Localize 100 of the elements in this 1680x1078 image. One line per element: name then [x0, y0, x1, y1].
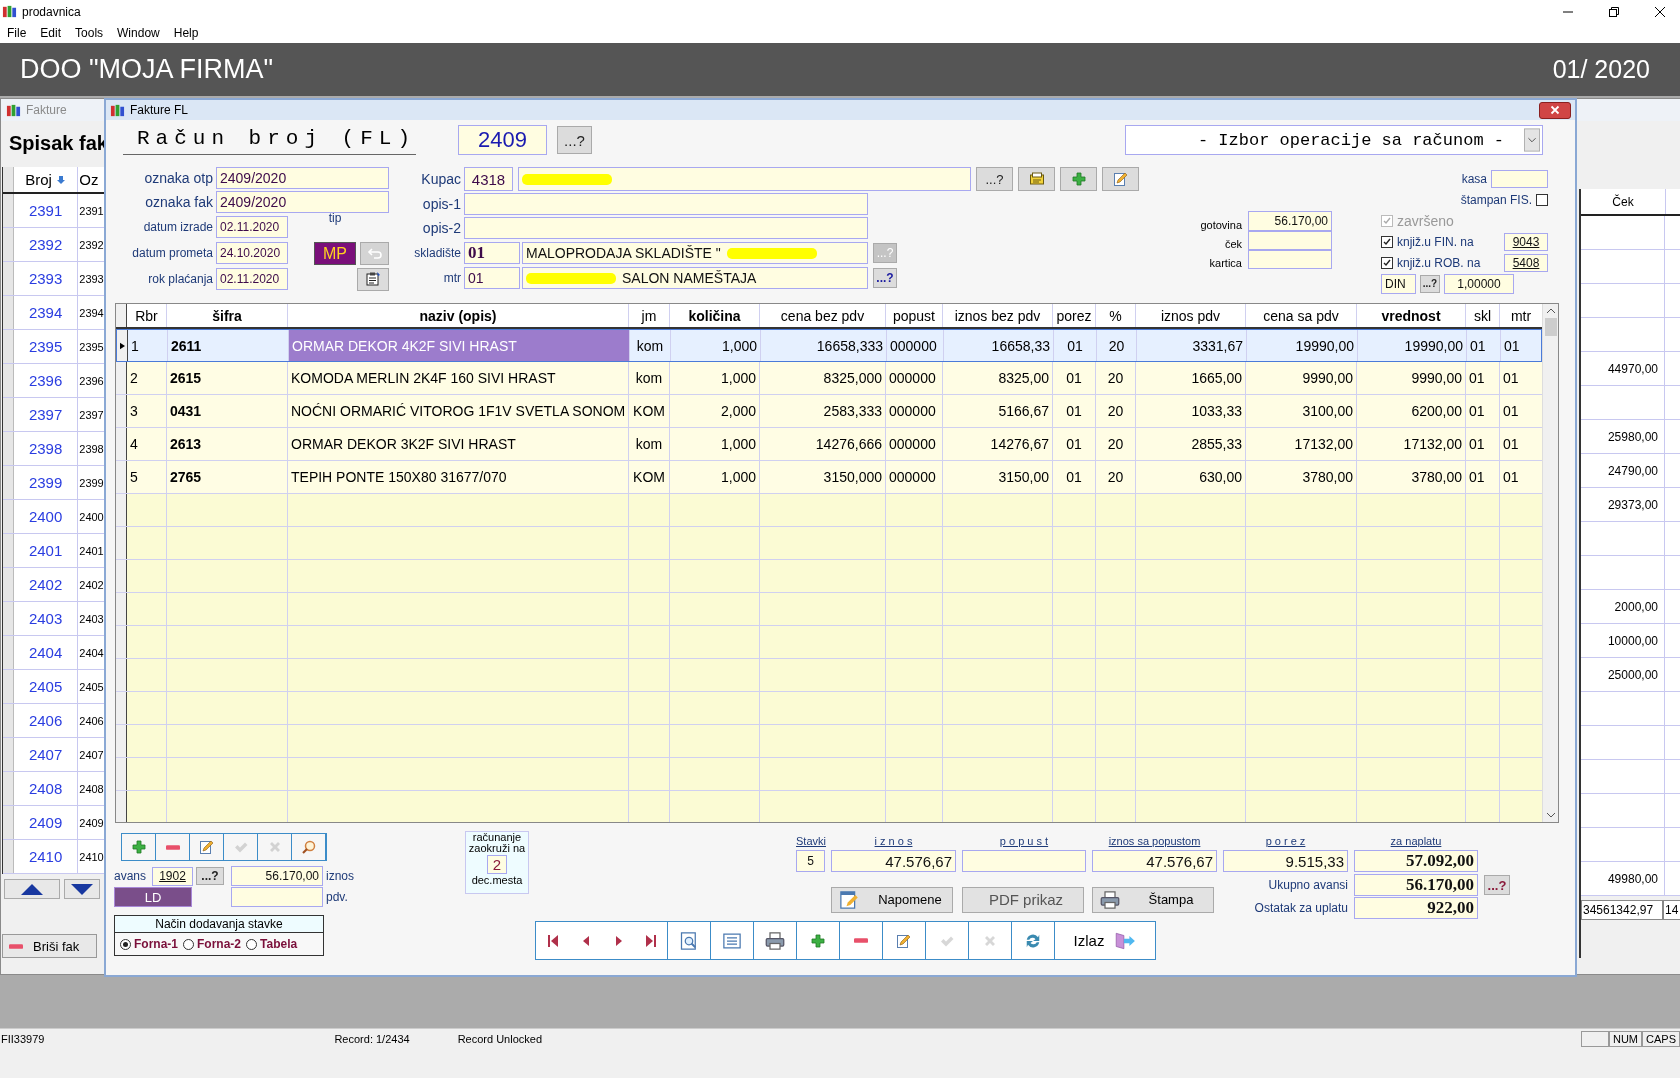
input-field[interactable]: SALON NAMEŠTAJA: [522, 267, 868, 289]
input-field[interactable]: [464, 217, 868, 239]
lookup-button[interactable]: ...?: [976, 167, 1013, 191]
row-header[interactable]: [116, 560, 127, 592]
row-header[interactable]: [117, 330, 128, 361]
total-label[interactable]: iznos sa popustom: [1092, 835, 1217, 849]
card-button[interactable]: [1018, 167, 1055, 191]
table-row[interactable]: 3 0431 NOĆNI ORMARIĆ VITOROG 1F1V SVETLA SONOM KOM 2,000 2583,333 000000 5166,67 01 20 1033,33 3100,00 6200,00 01 01: [116, 395, 1542, 428]
column-header[interactable]: šifra: [167, 304, 288, 327]
row-header[interactable]: [116, 758, 127, 790]
advance-number-field[interactable]: 1902: [152, 866, 193, 886]
input-field[interactable]: MALOPRODAJA SKLADIŠTE ": [522, 242, 868, 264]
row-header[interactable]: [116, 725, 127, 757]
checkbox[interactable]: [1381, 235, 1393, 248]
row-header[interactable]: [116, 461, 127, 493]
row-header[interactable]: [116, 593, 127, 625]
lookup-button[interactable]: ...?: [1484, 875, 1510, 895]
code-field[interactable]: 01: [464, 242, 520, 264]
row-header[interactable]: [116, 626, 127, 658]
column-header[interactable]: vrednost: [1357, 304, 1466, 327]
input-field[interactable]: 02.11.2020: [216, 268, 288, 290]
amount-field[interactable]: 56.170,00: [1248, 211, 1332, 231]
lookup-button[interactable]: ...?: [1420, 274, 1440, 293]
scroll-up-button[interactable]: [4, 879, 60, 899]
column-header[interactable]: Broj: [13, 167, 79, 192]
close-icon[interactable]: [1654, 5, 1666, 18]
lookup-button[interactable]: ...?: [557, 126, 593, 154]
scroll-down-button[interactable]: [64, 879, 100, 899]
close-button[interactable]: [1539, 101, 1571, 119]
total-label[interactable]: Stavki: [796, 835, 825, 849]
column-header[interactable]: Rbr: [127, 304, 167, 327]
menu-item[interactable]: Help: [173, 26, 199, 40]
scrollbar[interactable]: [1542, 304, 1558, 822]
column-header[interactable]: jm: [629, 304, 670, 327]
account-field[interactable]: 9043: [1504, 232, 1548, 251]
input-field[interactable]: [464, 193, 868, 215]
delete-button[interactable]: Briši fak: [2, 934, 97, 958]
input-field[interactable]: 2409/2020: [216, 191, 389, 213]
customer-code-field[interactable]: 4318: [464, 167, 513, 191]
table-row[interactable]: 5 2765 TEPIH PONTE 150X80 31677/070 KOM 1,000 3150,000 000000 3150,00 01 20 630,00 3780,00 3780,00 01 01: [116, 461, 1542, 494]
customer-name-field[interactable]: [518, 167, 971, 191]
checkbox[interactable]: [1381, 256, 1393, 269]
row-header[interactable]: [116, 791, 127, 822]
row-header[interactable]: [116, 527, 127, 559]
scroll-thumb[interactable]: [1544, 318, 1557, 336]
total-label[interactable]: za naplatu: [1354, 835, 1478, 849]
amount-field[interactable]: [1248, 250, 1332, 269]
column-header[interactable]: naziv (opis): [288, 304, 629, 327]
radio-button[interactable]: [183, 938, 194, 950]
column-header[interactable]: popust: [886, 304, 943, 327]
invoice-number-field[interactable]: 2409: [458, 125, 548, 155]
checkbox[interactable]: [1536, 193, 1548, 206]
radio-button[interactable]: [246, 938, 258, 950]
menu-item[interactable]: Edit: [40, 26, 62, 40]
total-label[interactable]: p o p u s t: [962, 835, 1086, 849]
total-label[interactable]: p o r e z: [1223, 835, 1348, 849]
account-field[interactable]: 5408: [1504, 253, 1548, 272]
menu-item[interactable]: Window: [117, 26, 160, 40]
row-header[interactable]: [116, 692, 127, 724]
currency-field[interactable]: DIN: [1381, 273, 1416, 294]
input-field[interactable]: 02.11.2020: [216, 216, 288, 238]
row-header[interactable]: [116, 428, 127, 460]
menu-item[interactable]: Tools: [75, 26, 104, 40]
row-header[interactable]: [116, 494, 127, 526]
clipboard-button[interactable]: [357, 267, 389, 291]
column-header[interactable]: iznos pdv: [1136, 304, 1246, 327]
column-header[interactable]: cena bez pdv: [760, 304, 886, 327]
input-field[interactable]: 2409/2020: [216, 167, 389, 189]
vat-field[interactable]: [231, 886, 323, 907]
menu-item[interactable]: File: [7, 26, 27, 40]
type-button[interactable]: MP: [314, 242, 356, 265]
column-header[interactable]: količina: [670, 304, 760, 327]
amount-field[interactable]: [1248, 231, 1332, 250]
radio-button[interactable]: [120, 938, 131, 950]
input-field[interactable]: 24.10.2020: [216, 242, 288, 264]
column-header[interactable]: cena sa pdv: [1246, 304, 1357, 327]
decimals-field[interactable]: 2: [487, 855, 507, 874]
row-header[interactable]: [116, 395, 127, 427]
column-header[interactable]: skl: [1466, 304, 1500, 327]
restore-icon[interactable]: [1608, 5, 1620, 18]
code-field[interactable]: 01: [464, 267, 520, 289]
input-field[interactable]: [1491, 169, 1548, 188]
pdf-button[interactable]: PDF prikaz: [962, 886, 1084, 913]
column-header[interactable]: %: [1096, 304, 1136, 327]
amount-field[interactable]: 56.170,00: [231, 866, 323, 886]
row-header[interactable]: [116, 362, 127, 394]
row-header[interactable]: [116, 659, 127, 691]
total-label[interactable]: i z n o s: [831, 835, 956, 849]
ld-button[interactable]: LD: [114, 887, 192, 907]
column-header[interactable]: Oz: [78, 167, 104, 192]
table-row[interactable]: 1 2611 ORMAR DEKOR 4K2F SIVI HRAST kom 1,000 16658,333 000000 16658,33 01 20 3331,67 19990,00 19990,00 01 01: [116, 329, 1542, 362]
column-header[interactable]: iznos bez pdv: [943, 304, 1053, 327]
notes-button[interactable]: Napomene: [831, 886, 953, 913]
table-row[interactable]: 2 2615 KOMODA MERLIN 2K4F 160 SIVI HRAST kom 1,000 8325,000 000000 8325,00 01 20 1665,00 9990,00 9990,00 01 01: [116, 362, 1542, 395]
edit-button[interactable]: [1102, 167, 1139, 191]
print-button[interactable]: Štampa: [1092, 886, 1214, 913]
table-row[interactable]: 4 2613 ORMAR DEKOR 3K2F SIVI HRAST kom 1,000 14276,666 000000 14276,67 01 20 2855,33 17132,00 17132,00 01 01: [116, 428, 1542, 461]
lookup-button[interactable]: ...?: [873, 268, 897, 288]
operation-dropdown[interactable]: - Izbor operacije sa računom -: [1125, 125, 1543, 155]
column-header[interactable]: porez: [1053, 304, 1096, 327]
